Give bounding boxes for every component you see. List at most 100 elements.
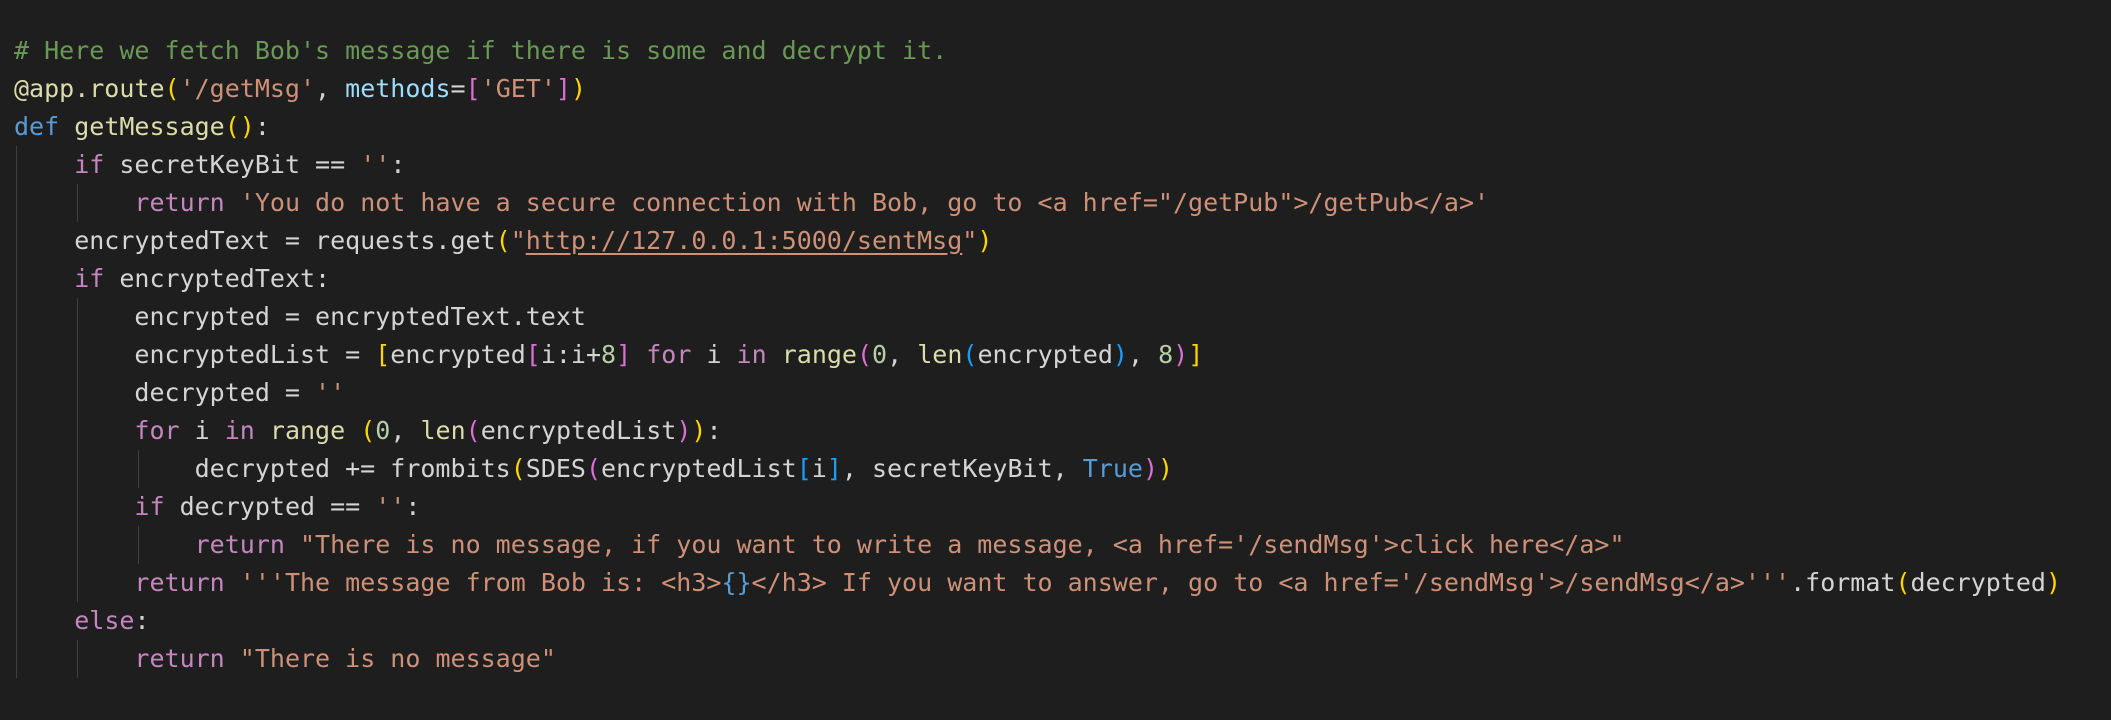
code-token: ( bbox=[962, 340, 978, 369]
code-token: : bbox=[706, 416, 722, 445]
indent-guide bbox=[77, 488, 78, 526]
code-token: in bbox=[224, 416, 255, 445]
code-line[interactable]: @app.route('/getMsg', methods=['GET']) bbox=[14, 70, 2111, 108]
code-token: ) bbox=[1158, 454, 1174, 483]
indent-guide bbox=[77, 412, 78, 450]
code-token: return bbox=[134, 188, 225, 217]
indent-guide bbox=[16, 260, 17, 298]
code-token: 8 bbox=[601, 340, 617, 369]
code-token: '/getMsg' bbox=[179, 74, 316, 103]
code-token: range bbox=[781, 340, 857, 369]
code-token: : bbox=[390, 150, 406, 179]
code-token: decrypted = bbox=[14, 378, 316, 407]
indent-guide bbox=[16, 640, 17, 678]
code-token: ) bbox=[676, 416, 692, 445]
code-token: ] bbox=[616, 340, 632, 369]
code-line[interactable]: decrypted = '' bbox=[14, 374, 2111, 412]
code-token: ( bbox=[856, 340, 873, 369]
code-token: [ bbox=[796, 454, 812, 483]
code-token: len bbox=[420, 416, 466, 445]
code-line[interactable]: return 'You do not have a secure connect… bbox=[14, 184, 2111, 222]
code-token: ) bbox=[691, 416, 707, 445]
code-line[interactable]: encryptedText = requests.get("http://127… bbox=[14, 222, 2111, 260]
code-token: ( bbox=[1895, 568, 1911, 597]
code-token: , secretKeyBit, bbox=[841, 454, 1083, 483]
code-line[interactable]: return '''The message from Bob is: <h3>{… bbox=[14, 564, 2111, 602]
code-line[interactable]: if secretKeyBit == '': bbox=[14, 146, 2111, 184]
code-token: decrypted += frombits bbox=[14, 454, 511, 483]
code-line[interactable]: else: bbox=[14, 602, 2111, 640]
code-token: = bbox=[450, 74, 466, 103]
indent-guide bbox=[77, 336, 78, 374]
indent-guide bbox=[77, 298, 78, 336]
indent-guide bbox=[77, 526, 78, 564]
code-token: if bbox=[74, 264, 105, 293]
code-editor[interactable]: # Here we fetch Bob's message if there i… bbox=[0, 0, 2111, 720]
indent-guide bbox=[16, 374, 17, 412]
code-token: , bbox=[1127, 340, 1159, 369]
code-token: if bbox=[134, 492, 165, 521]
indent-guide bbox=[16, 222, 17, 260]
code-line[interactable]: def getMessage(): bbox=[14, 108, 2111, 146]
code-token: encryptedList bbox=[480, 416, 677, 445]
code-token: encrypted = encryptedText.text bbox=[14, 302, 586, 331]
indent-guide bbox=[16, 184, 17, 222]
code-token: , bbox=[315, 74, 346, 103]
code-token: ) bbox=[1173, 340, 1189, 369]
code-token: len bbox=[917, 340, 963, 369]
code-token: True bbox=[1082, 454, 1143, 483]
code-token: : bbox=[134, 606, 150, 635]
code-token: : bbox=[405, 492, 421, 521]
code-token: def bbox=[14, 112, 60, 141]
code-token: return bbox=[134, 568, 225, 597]
code-token: '''The message from Bob is: <h3> bbox=[239, 568, 722, 597]
code-token: ) bbox=[1112, 340, 1128, 369]
code-line[interactable]: decrypted += frombits(SDES(encryptedList… bbox=[14, 450, 2111, 488]
code-link[interactable]: http://127.0.0.1:5000/sentMsg bbox=[526, 226, 963, 255]
code-token: ) bbox=[977, 226, 993, 255]
code-token: ( bbox=[465, 416, 481, 445]
code-token: () bbox=[224, 112, 255, 141]
code-token: " bbox=[962, 226, 978, 255]
code-token: i bbox=[691, 340, 737, 369]
code-token: encryptedList = bbox=[14, 340, 376, 369]
code-token: for bbox=[646, 340, 692, 369]
code-token: '' bbox=[315, 378, 346, 407]
code-token: ) bbox=[570, 74, 587, 103]
code-token: [ bbox=[375, 340, 391, 369]
code-lines[interactable]: # Here we fetch Bob's message if there i… bbox=[14, 32, 2111, 678]
code-line[interactable]: for i in range (0, len(encryptedList)): bbox=[14, 412, 2111, 450]
code-line[interactable]: if encryptedText: bbox=[14, 260, 2111, 298]
indent-guide bbox=[16, 450, 17, 488]
code-line[interactable]: # Here we fetch Bob's message if there i… bbox=[14, 32, 2111, 70]
code-line[interactable]: if decrypted == '': bbox=[14, 488, 2111, 526]
code-token: encryptedList bbox=[601, 454, 797, 483]
indent-guide bbox=[77, 564, 78, 602]
code-token: ( bbox=[585, 454, 602, 483]
code-token: i:i+ bbox=[540, 340, 602, 369]
indent-guide bbox=[16, 526, 17, 564]
code-line[interactable]: return "There is no message, if you want… bbox=[14, 526, 2111, 564]
code-token: ] bbox=[826, 454, 842, 483]
code-token: # Here we fetch Bob's message if there i… bbox=[14, 36, 948, 65]
code-line[interactable]: encryptedList = [encrypted[i:i+8] for i … bbox=[14, 336, 2111, 374]
code-token: [ bbox=[465, 74, 481, 103]
code-token: in bbox=[736, 340, 767, 369]
code-token: range bbox=[269, 416, 346, 445]
code-token: secretKeyBit == bbox=[104, 150, 361, 179]
code-line[interactable]: return "There is no message" bbox=[14, 640, 2111, 678]
code-token: ) bbox=[1142, 454, 1159, 483]
code-line[interactable]: encrypted = encryptedText.text bbox=[14, 298, 2111, 336]
code-token: ) bbox=[2045, 568, 2062, 597]
code-token: encryptedText = requests.get bbox=[14, 226, 496, 255]
code-token: @app.route bbox=[14, 74, 165, 103]
code-token: ( bbox=[510, 454, 526, 483]
